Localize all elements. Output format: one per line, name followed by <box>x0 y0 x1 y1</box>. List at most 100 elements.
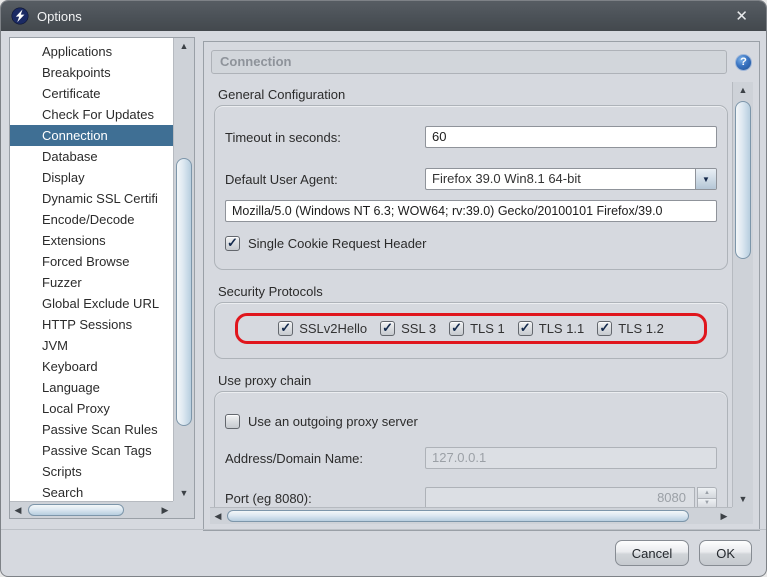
settings-vscroll-thumb[interactable] <box>735 101 751 259</box>
check-icon: ✓ <box>451 321 462 334</box>
spinner-down-icon[interactable]: ▼ <box>697 498 717 508</box>
check-icon: ✓ <box>227 236 238 249</box>
settings-hscroll-thumb[interactable] <box>227 510 689 522</box>
settings-scroll-pane: General Configuration Timeout in seconds… <box>210 82 753 524</box>
default-user-agent-label: Default User Agent: <box>225 172 425 187</box>
ok-button[interactable]: OK <box>699 540 752 566</box>
ssl3-checkbox[interactable]: ✓ <box>380 321 395 336</box>
sidebar-item-jvm[interactable]: JVM <box>10 335 173 356</box>
sidebar-item-language[interactable]: Language <box>10 377 173 398</box>
sidebar-item-database[interactable]: Database <box>10 146 173 167</box>
sidebar-item-applications[interactable]: Applications <box>10 41 173 62</box>
sidebar-vertical-scrollbar[interactable]: ▲ ▼ <box>173 38 194 501</box>
title-bar: Options ✕ <box>1 1 766 31</box>
panel-title: Connection <box>211 50 727 74</box>
port-spinner-buttons: ▲ ▼ <box>697 487 717 507</box>
scroll-up-icon[interactable]: ▲ <box>733 82 753 98</box>
protocol-ssl3: ✓ SSL 3 <box>380 321 436 336</box>
tls11-checkbox[interactable]: ✓ <box>518 321 533 336</box>
sidebar-item-fuzzer[interactable]: Fuzzer <box>10 272 173 293</box>
address-input[interactable]: 127.0.0.1 <box>425 447 717 469</box>
sidebar-item-forced-browse[interactable]: Forced Browse <box>10 251 173 272</box>
sidebar-item-passive-scan-tags[interactable]: Passive Scan Tags <box>10 440 173 461</box>
sidebar-item-scripts[interactable]: Scripts <box>10 461 173 482</box>
panel-header: Connection ? <box>211 49 752 75</box>
outgoing-proxy-checkbox[interactable] <box>225 414 240 429</box>
scroll-down-icon[interactable]: ▼ <box>174 485 194 501</box>
sslv2hello-checkbox[interactable]: ✓ <box>278 321 293 336</box>
tls1-checkbox[interactable]: ✓ <box>449 321 464 336</box>
default-user-agent-select[interactable]: Firefox 39.0 Win8.1 64-bit ▼ <box>425 168 717 190</box>
sidebar-item-display[interactable]: Display <box>10 167 173 188</box>
sidebar-item-check-for-updates[interactable]: Check For Updates <box>10 104 173 125</box>
sidebar-item-http-sessions[interactable]: HTTP Sessions <box>10 314 173 335</box>
sidebar-item-encode-decode[interactable]: Encode/Decode <box>10 209 173 230</box>
protocol-tls12: ✓ TLS 1.2 <box>597 321 664 336</box>
dialog-button-bar: Cancel OK <box>1 529 766 576</box>
tls1-label: TLS 1 <box>470 321 505 336</box>
protocol-sslv2hello: ✓ SSLv2Hello <box>278 321 367 336</box>
spinner-up-icon[interactable]: ▲ <box>697 487 717 498</box>
general-configuration-group: Timeout in seconds: 60 Default User Agen… <box>214 105 728 270</box>
sidebar-item-breakpoints[interactable]: Breakpoints <box>10 62 173 83</box>
sslv2hello-label: SSLv2Hello <box>299 321 367 336</box>
sidebar-horizontal-scrollbar[interactable]: ◀ ▶ <box>10 501 173 518</box>
sidebar-vscroll-thumb[interactable] <box>176 158 192 426</box>
ssl3-label: SSL 3 <box>401 321 436 336</box>
protocol-tls11: ✓ TLS 1.1 <box>518 321 585 336</box>
window-title: Options <box>37 9 82 24</box>
scroll-right-icon[interactable]: ▶ <box>157 502 173 518</box>
check-icon: ✓ <box>599 321 610 334</box>
sidebar-item-dynamic-ssl-certificates[interactable]: Dynamic SSL Certifi <box>10 188 173 209</box>
sidebar-item-keyboard[interactable]: Keyboard <box>10 356 173 377</box>
scrollbar-corner <box>732 507 753 524</box>
general-configuration-title: General Configuration <box>218 87 730 102</box>
security-protocols-highlight: ✓ SSLv2Hello ✓ SSL 3 ✓ TLS 1 <box>235 313 707 344</box>
single-cookie-checkbox[interactable]: ✓ <box>225 236 240 251</box>
security-protocols-group: ✓ SSLv2Hello ✓ SSL 3 ✓ TLS 1 <box>214 302 728 359</box>
sidebar-item-certificate[interactable]: Certificate <box>10 83 173 104</box>
check-icon: ✓ <box>280 321 291 334</box>
zap-logo-icon <box>11 7 29 25</box>
close-icon[interactable]: ✕ <box>727 7 756 26</box>
user-agent-string-input[interactable]: Mozilla/5.0 (Windows NT 6.3; WOW64; rv:3… <box>225 200 717 222</box>
timeout-input[interactable]: 60 <box>425 126 717 148</box>
scroll-left-icon[interactable]: ◀ <box>10 502 26 518</box>
single-cookie-label: Single Cookie Request Header <box>248 236 427 251</box>
settings-content: General Configuration Timeout in seconds… <box>210 82 732 507</box>
scrollbar-corner <box>173 501 194 518</box>
cancel-button[interactable]: Cancel <box>615 540 689 566</box>
options-category-pane: Applications Breakpoints Certificate Che… <box>9 37 195 519</box>
chevron-down-icon[interactable]: ▼ <box>695 169 716 189</box>
tls12-label: TLS 1.2 <box>618 321 664 336</box>
sidebar-item-extensions[interactable]: Extensions <box>10 230 173 251</box>
settings-horizontal-scrollbar[interactable]: ◀ ▶ <box>210 507 732 524</box>
sidebar-item-local-proxy[interactable]: Local Proxy <box>10 398 173 419</box>
timeout-label: Timeout in seconds: <box>225 130 425 145</box>
connection-settings-pane: Connection ? General Configuration Timeo… <box>203 41 760 531</box>
sidebar-item-passive-scan-rules[interactable]: Passive Scan Rules <box>10 419 173 440</box>
settings-vertical-scrollbar[interactable]: ▲ ▼ <box>732 82 753 507</box>
sidebar-item-global-exclude-url[interactable]: Global Exclude URL <box>10 293 173 314</box>
options-dialog: Options ✕ Applications Breakpoints Certi… <box>0 0 767 577</box>
scroll-down-icon[interactable]: ▼ <box>733 491 753 507</box>
scroll-right-icon[interactable]: ▶ <box>716 508 732 524</box>
use-proxy-chain-title: Use proxy chain <box>218 373 730 388</box>
sidebar-item-search[interactable]: Search <box>10 482 173 501</box>
tls11-label: TLS 1.1 <box>539 321 585 336</box>
scroll-up-icon[interactable]: ▲ <box>174 38 194 54</box>
protocol-tls1: ✓ TLS 1 <box>449 321 505 336</box>
port-spinner[interactable]: 8080 ▲ ▼ <box>425 487 717 507</box>
dialog-body: Applications Breakpoints Certificate Che… <box>1 31 766 576</box>
options-category-list: Applications Breakpoints Certificate Che… <box>10 38 173 501</box>
sidebar-hscroll-thumb[interactable] <box>28 504 124 516</box>
scroll-left-icon[interactable]: ◀ <box>210 508 226 524</box>
use-proxy-chain-group: Use an outgoing proxy server Address/Dom… <box>214 391 728 507</box>
help-icon[interactable]: ? <box>735 54 752 71</box>
security-protocols-title: Security Protocols <box>218 284 730 299</box>
sidebar-item-connection[interactable]: Connection <box>10 125 173 146</box>
port-input[interactable]: 8080 <box>425 487 695 507</box>
tls12-checkbox[interactable]: ✓ <box>597 321 612 336</box>
address-label: Address/Domain Name: <box>225 451 425 466</box>
check-icon: ✓ <box>520 321 531 334</box>
